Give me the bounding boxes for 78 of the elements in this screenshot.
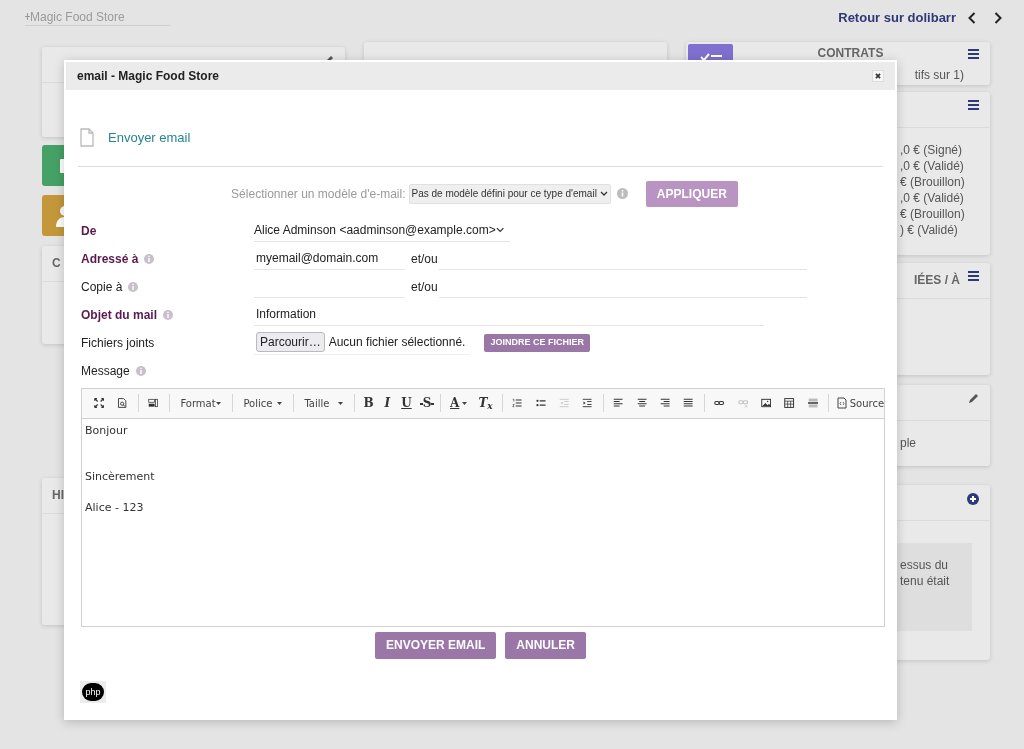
- browse-button[interactable]: Parcourir…: [256, 332, 325, 352]
- align-right-icon[interactable]: [660, 396, 671, 410]
- menu-icon[interactable]: [968, 100, 979, 110]
- menu-icon[interactable]: [968, 271, 979, 281]
- cancel-button[interactable]: ANNULER: [505, 631, 586, 659]
- card-text: ,0 € (Validé): [900, 158, 964, 174]
- select-field[interactable]: Alice Adminson <aadminson@example.com>: [254, 219, 510, 242]
- card-title: IÉES / À: [914, 271, 960, 289]
- note-text: essus du: [900, 557, 950, 573]
- php-badge: php: [80, 680, 106, 703]
- info-icon: [616, 188, 628, 199]
- toolbar-button[interactable]: B: [360, 397, 377, 409]
- field-label: Adressé à: [81, 250, 139, 268]
- attach-button[interactable]: JOINDRE CE FICHIER: [484, 333, 590, 352]
- note-text: tenu était: [900, 573, 951, 589]
- source-button[interactable]: Source: [836, 395, 885, 411]
- input-field[interactable]: myemail@domain.com: [254, 247, 405, 270]
- dialog-heading: Envoyer email: [108, 129, 191, 147]
- field-label: Message: [81, 362, 130, 380]
- chevron-left-icon[interactable]: [968, 11, 976, 24]
- toolbar-button[interactable]: I: [381, 397, 394, 409]
- indent-icon[interactable]: [582, 396, 593, 410]
- templates-icon[interactable]: [148, 396, 159, 410]
- message-text: Bonjour Sincèrement Alice - 123: [85, 422, 156, 516]
- input-field[interactable]: Information: [254, 303, 764, 326]
- toolbar-button[interactable]: U: [398, 397, 415, 409]
- toolbar-dropdown[interactable]: Police: [238, 393, 287, 413]
- align-left-icon[interactable]: [613, 396, 624, 410]
- menu-icon[interactable]: [968, 49, 979, 59]
- dialog-title: email - Magic Food Store: [77, 68, 220, 85]
- back-link[interactable]: Retour sur dolibarr: [838, 8, 956, 28]
- justify-icon[interactable]: [683, 396, 694, 410]
- toolbar-button[interactable]: T$_{x}$: [475, 397, 496, 409]
- chevron-down-icon: [599, 190, 608, 197]
- caret-icon: [276, 401, 282, 405]
- image-icon[interactable]: [761, 396, 772, 410]
- card-title: CONTRATS: [817, 45, 884, 62]
- card-text: ple: [900, 435, 916, 451]
- toolbar-button[interactable]: S: [419, 397, 435, 409]
- field-label: Objet du mail: [81, 306, 157, 324]
- template-label: Sélectionner un modèle d'e-mail:: [231, 185, 406, 203]
- file-status: Aucun fichier sélectionné.: [328, 334, 466, 351]
- search-field[interactable]: Magic Food Store: [25, 8, 170, 26]
- document-icon: [80, 128, 94, 148]
- plus-icon: [25, 13, 30, 20]
- field-label: Fichiers joints: [81, 334, 155, 352]
- field-label: De: [81, 222, 97, 240]
- card-text: € (Brouillon): [900, 206, 965, 222]
- table-icon[interactable]: [784, 396, 795, 410]
- card-title: C: [52, 255, 61, 272]
- preview-icon[interactable]: [117, 396, 128, 410]
- toolbar-button[interactable]: A: [447, 397, 471, 409]
- card-text: ,0 € (Signé): [900, 142, 963, 158]
- pencil-icon[interactable]: [968, 393, 979, 404]
- caret-icon: [337, 401, 343, 405]
- card-text: ) € (Validé): [900, 222, 958, 238]
- joiner-text: et/ou: [411, 278, 439, 296]
- numbered-list-icon[interactable]: [512, 396, 523, 410]
- close-icon[interactable]: [872, 70, 884, 82]
- document-icon: [836, 397, 847, 409]
- rich-text-editor[interactable]: Format Police Taille B I U S A T$_{x}$ Source Bonjour Sincèrement Alice - 123: [81, 387, 885, 627]
- joiner-text: et/ou: [411, 250, 439, 268]
- plus-circle-icon[interactable]: [967, 493, 979, 505]
- card-text: tifs sur 1): [914, 67, 964, 84]
- toolbar-dropdown[interactable]: Taille: [299, 393, 348, 413]
- card-text: € (Brouillon): [900, 174, 965, 190]
- chevron-right-icon[interactable]: [994, 11, 1002, 24]
- horizontal-rule-icon[interactable]: [807, 396, 818, 410]
- chevron-down-icon: [495, 227, 504, 233]
- toolbar-dropdown[interactable]: Format: [175, 393, 226, 413]
- caret-icon: [462, 401, 468, 405]
- caret-icon: [215, 401, 221, 405]
- maximize-icon[interactable]: [94, 396, 105, 410]
- card-title: HI: [52, 487, 64, 504]
- align-center-icon[interactable]: [636, 396, 648, 410]
- field-label: Copie à: [81, 278, 123, 296]
- card-text: ,0 € (Validé): [900, 190, 964, 206]
- send-button[interactable]: ENVOYER EMAIL: [375, 631, 497, 659]
